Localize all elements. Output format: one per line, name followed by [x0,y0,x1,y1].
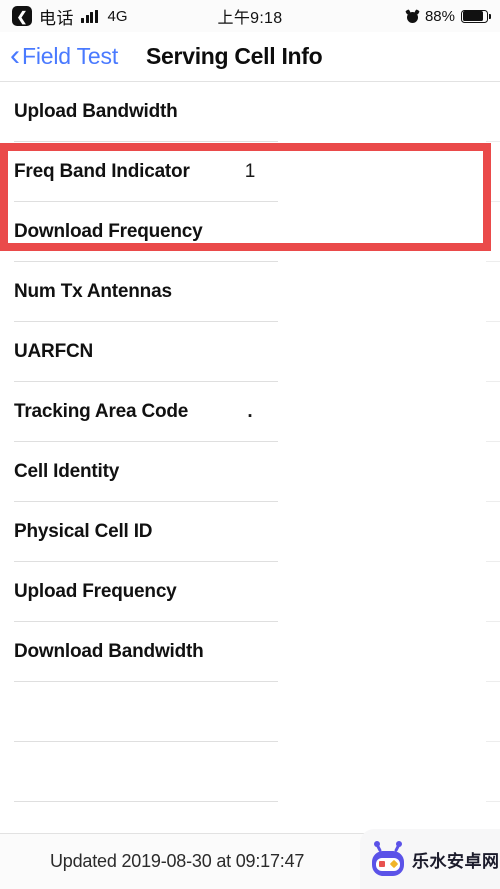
chevron-left-icon[interactable]: ❮ [12,6,32,26]
list-row-label: Physical Cell ID [14,521,153,542]
updated-timestamp: Updated 2019-08-30 at 09:17:47 [50,851,305,871]
list-row[interactable]: Upload Frequency [0,562,500,622]
list-row-label: Upload Frequency [14,581,177,602]
list-row[interactable]: Download Frequency [0,202,500,262]
battery-percent-label: 88% [424,7,455,25]
list-row-label: Upload Bandwidth [14,101,178,122]
list-row[interactable]: UARFCN [0,322,500,382]
signal-bars-icon [81,9,98,23]
status-bar-left: ❮ 电话 4G [12,4,128,29]
list-row[interactable]: Physical Cell ID [0,502,500,562]
list-row[interactable]: Cell Identity [0,442,500,502]
page-title: Serving Cell Info [146,43,323,69]
carrier-label: 电话 [39,8,74,28]
status-bar-right: 88% [405,7,491,25]
list-row[interactable]: Num Tx Antennas [0,262,500,322]
list-row[interactable] [0,682,500,742]
network-type-label: 4G [107,7,128,25]
list-row[interactable]: Tracking Area Code. [0,382,500,442]
list-row-label: Download Bandwidth [14,641,204,662]
serving-cell-info-list: Upload Bandwidth Freq Band Indicator 1 Down… [0,82,500,862]
back-button[interactable]: ‹ Field Test [0,38,119,72]
watermark: 乐水安卓网 [360,829,500,889]
list-row-label: UARFCN [14,341,94,362]
list-row[interactable]: Freq Band Indicator 1 [0,142,500,202]
watermark-label: 乐水安卓网 [412,851,500,871]
list-row-label: Cell Identity [14,461,120,482]
robot-icon [370,840,406,876]
status-bar: ❮ 电话 4G 上午9:18 88% [0,0,500,32]
list-row[interactable]: Download Bandwidth [0,622,500,682]
clock-label: 上午9:18 [217,10,283,27]
chevron-left-icon: ‹ [10,38,20,72]
list-row[interactable] [0,742,500,802]
back-button-label: Field Test [22,43,119,69]
alarm-clock-icon [405,8,420,23]
list-row-label: Download Frequency [14,221,203,242]
list-row-label: Freq Band Indicator [14,161,190,182]
list-row-label: Tracking Area Code [14,401,189,422]
navigation-bar: ‹ Field Test Serving Cell Info [0,32,500,82]
list-row[interactable]: Upload Bandwidth [0,82,500,142]
list-row-label: Num Tx Antennas [14,281,172,302]
battery-icon [461,9,491,23]
